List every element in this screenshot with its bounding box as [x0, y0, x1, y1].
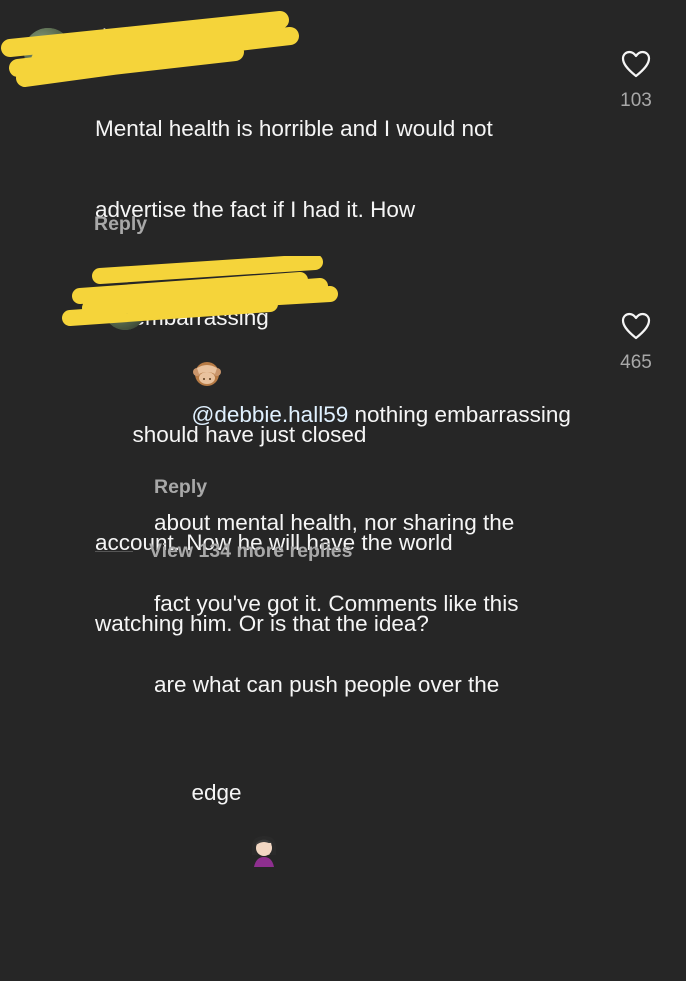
- comment-timestamp: 23h: [286, 285, 318, 306]
- view-more-replies-label: View 134 more replies: [149, 539, 353, 562]
- like-section: 465: [606, 312, 666, 374]
- like-section: 103: [606, 50, 666, 112]
- comment-body: @debbie.hall59 nothing embarrassing abou…: [154, 320, 594, 981]
- comment-line-text: edge: [191, 780, 242, 805]
- mention-link[interactable]: @debbie.hall59: [192, 402, 349, 427]
- comment-timestamp: 3h: [253, 26, 275, 47]
- heart-icon[interactable]: [621, 312, 651, 340]
- comment-line: @debbie.hall59 nothing embarrassing: [154, 374, 594, 455]
- like-count: 103: [620, 90, 652, 111]
- comment-username[interactable]: abi_kearney: [155, 285, 259, 307]
- comment-username[interactable]: debbie.hall59: [96, 26, 209, 48]
- comment-line: are what can push people over the: [154, 672, 500, 697]
- comment-line: fact you've got it. Comments like this: [154, 591, 519, 616]
- divider-line: [95, 550, 133, 552]
- reply-button[interactable]: Reply: [154, 476, 207, 499]
- view-more-replies-button[interactable]: View 134 more replies: [95, 538, 352, 564]
- avatar[interactable]: [104, 288, 146, 330]
- comment-line: advertise the fact if I had it. How: [95, 197, 416, 222]
- woman-facepalming-icon: [198, 806, 280, 900]
- avatar[interactable]: [24, 28, 72, 76]
- like-count: 465: [620, 352, 652, 373]
- comment-line: edge: [154, 752, 594, 927]
- comment-line: Mental health is horrible and I would no…: [95, 116, 493, 141]
- heart-icon[interactable]: [621, 50, 651, 78]
- comment-line-text: nothing embarrassing: [348, 402, 571, 427]
- reply-button[interactable]: Reply: [94, 213, 147, 236]
- comment-line: about mental health, nor sharing the: [154, 510, 515, 535]
